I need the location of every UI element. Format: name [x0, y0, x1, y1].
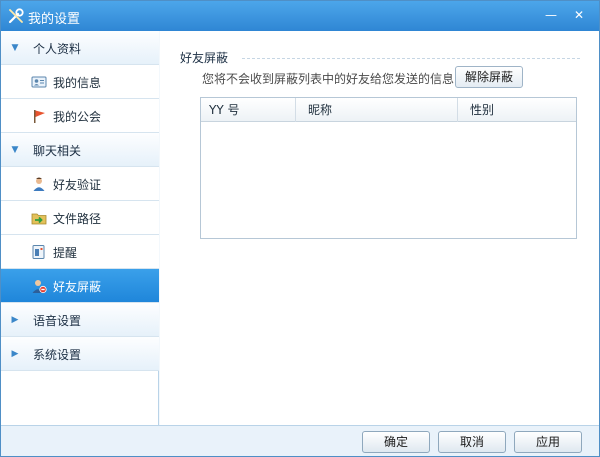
- sidebar-item-friend-block[interactable]: 好友屏蔽: [1, 269, 159, 303]
- chevron-right-icon: ▶: [11, 315, 19, 325]
- sidebar-item-label: 提醒: [53, 246, 78, 260]
- sidebar-item-label: 我的信息: [53, 76, 102, 90]
- settings-window: 我的设置 — ✕ ▼ 个人资料 我的信息 我的公会 ▼ 聊天相关 好友验证 文件…: [0, 0, 600, 457]
- sidebar-item-my-info[interactable]: 我的信息: [1, 65, 159, 99]
- column-header-gender[interactable]: 性别: [458, 98, 576, 122]
- table-header: YY 号 昵称 性别: [201, 98, 576, 122]
- chevron-down-icon: ▼: [11, 43, 19, 53]
- apply-button[interactable]: 应用: [514, 431, 582, 453]
- column-header-yy-number[interactable]: YY 号: [201, 98, 296, 122]
- minimize-button[interactable]: —: [541, 6, 561, 24]
- sidebar-category-label: 聊天相关: [33, 144, 82, 158]
- id-card-icon: [31, 74, 47, 90]
- title-bar[interactable]: 我的设置 — ✕: [1, 1, 599, 31]
- sidebar-item-reminder[interactable]: 提醒: [1, 235, 159, 269]
- sidebar-item-label: 好友屏蔽: [53, 280, 102, 294]
- sidebar: ▼ 个人资料 我的信息 我的公会 ▼ 聊天相关 好友验证 文件路径 提醒 好友屏…: [1, 31, 159, 425]
- blocked-friends-table[interactable]: YY 号 昵称 性别: [200, 97, 577, 239]
- section-title: 好友屏蔽: [180, 51, 229, 65]
- column-header-nickname[interactable]: 昵称: [296, 98, 458, 122]
- block-description: 您将不会收到屏蔽列表中的好友给您发送的信息: [202, 72, 455, 86]
- folder-arrow-icon: [31, 210, 47, 226]
- wrench-screwdriver-icon: [7, 7, 25, 25]
- sidebar-item-file-path[interactable]: 文件路径: [1, 201, 159, 235]
- sidebar-item-label: 我的公会: [53, 110, 102, 124]
- sidebar-category-system[interactable]: ▶ 系统设置: [1, 337, 159, 371]
- sidebar-item-label: 好友验证: [53, 178, 102, 192]
- settings-content: 好友屏蔽 您将不会收到屏蔽列表中的好友给您发送的信息 解除屏蔽 YY 号 昵称 …: [160, 31, 599, 425]
- footer-bar: 确定 取消 应用: [1, 425, 599, 456]
- user-block-icon: [31, 278, 47, 294]
- reminder-icon: [31, 244, 47, 260]
- sidebar-item-friend-verify[interactable]: 好友验证: [1, 167, 159, 201]
- close-button[interactable]: ✕: [569, 6, 589, 24]
- unblock-button[interactable]: 解除屏蔽: [455, 66, 523, 88]
- chevron-right-icon: ▶: [11, 349, 19, 359]
- sidebar-item-label: 文件路径: [53, 212, 102, 226]
- sidebar-category-label: 语音设置: [33, 314, 82, 328]
- chevron-down-icon: ▼: [11, 145, 19, 155]
- sidebar-category-label: 个人资料: [33, 42, 82, 56]
- sidebar-category-label: 系统设置: [33, 348, 82, 362]
- sidebar-category-profile[interactable]: ▼ 个人资料: [1, 31, 159, 65]
- ok-button[interactable]: 确定: [362, 431, 430, 453]
- sidebar-category-chat[interactable]: ▼ 聊天相关: [1, 133, 159, 167]
- flag-icon: [31, 108, 47, 124]
- window-title: 我的设置: [28, 12, 81, 27]
- sidebar-category-voice[interactable]: ▶ 语音设置: [1, 303, 159, 337]
- sidebar-item-my-guild[interactable]: 我的公会: [1, 99, 159, 133]
- section-divider: [242, 58, 580, 59]
- cancel-button[interactable]: 取消: [438, 431, 506, 453]
- user-verify-icon: [31, 176, 47, 192]
